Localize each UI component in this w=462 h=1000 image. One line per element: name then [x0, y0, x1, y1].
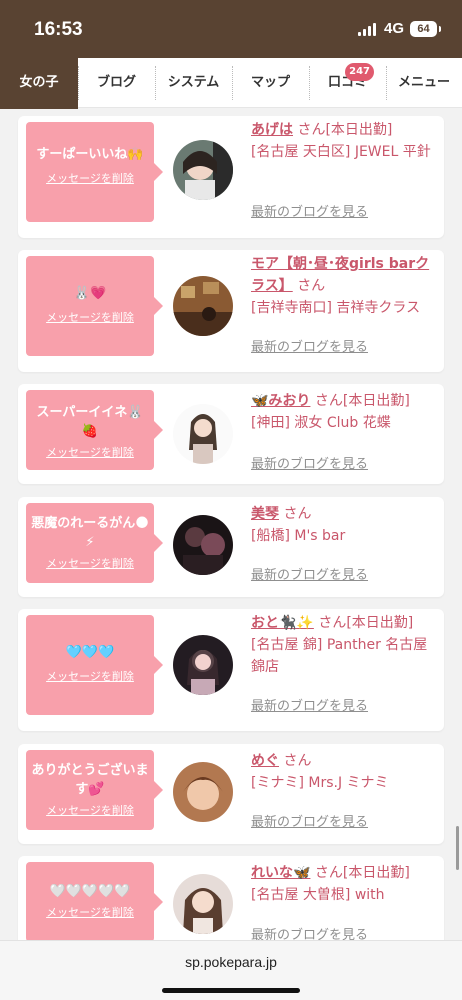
avatar[interactable]	[173, 276, 233, 336]
status-bar: 16:53 4G 64	[0, 0, 462, 58]
tab-label: システム	[167, 75, 220, 90]
browser-url-bar[interactable]: sp.pokepara.jp	[0, 940, 462, 1000]
honorific: さん	[297, 122, 326, 138]
avatar[interactable]	[173, 515, 233, 575]
shop-name: [吉祥寺南口] 吉祥寺クラス	[251, 300, 421, 316]
girl-info: 美琴 さん [船橋] M's bar 最新のブログを見る	[251, 503, 439, 583]
scrollbar[interactable]	[456, 826, 459, 870]
honorific: さん	[314, 393, 343, 409]
message-text: すーぱーいいね🙌	[36, 147, 144, 162]
avatar[interactable]	[173, 762, 233, 822]
network-label: 4G	[384, 20, 405, 37]
girl-info: モア【朝･昼･夜girls barクラス】 さん [吉祥寺南口] 吉祥寺クラス …	[251, 253, 439, 355]
tab-reviews[interactable]: 口コミ 247	[309, 58, 386, 108]
girl-info: めぐ さん [ミナミ] Mrs.J ミナミ 最新のブログを見る	[251, 750, 439, 830]
list-item: 悪魔のれーるがん🌑⚡ メッセージを削除 美琴 さん [船橋] M's bar 最…	[18, 497, 444, 597]
avatar[interactable]	[173, 874, 233, 934]
message-text: スーパーイイネ🐰🍓	[36, 405, 144, 439]
latest-blog-link[interactable]: 最新のブログを見る	[251, 696, 368, 718]
reviews-count-badge: 247	[345, 63, 374, 81]
delete-message-link[interactable]: メッセージを削除	[46, 668, 134, 684]
work-status: [本日出勤]	[342, 865, 410, 881]
work-status: [本日出勤]	[342, 393, 410, 409]
girl-name-link[interactable]: おと🐈‍⬛✨	[251, 615, 314, 631]
girl-name-link[interactable]: 🦋みおり	[251, 393, 310, 409]
message-text: ありがとうございます💕	[31, 763, 149, 797]
url-text[interactable]: sp.pokepara.jp	[0, 954, 462, 970]
tab-map[interactable]: マップ	[232, 58, 309, 108]
avatar[interactable]	[173, 404, 233, 464]
girl-name-link[interactable]: モア【朝･昼･夜girls barクラス】	[251, 256, 429, 294]
shop-name: [名古屋 錦] Panther 名古屋 錦店	[251, 637, 428, 675]
girl-info: れいな🦋 さん[本日出勤] [名古屋 大曽根] with 最新のブログを見る	[251, 862, 439, 943]
honorific: さん	[314, 865, 343, 881]
tab-label: メニュー	[397, 75, 450, 90]
message-bubble: すーぱーいいね🙌 メッセージを削除	[26, 122, 163, 222]
message-bubble: ありがとうございます💕 メッセージを削除	[26, 750, 163, 830]
message-bubble: 悪魔のれーるがん🌑⚡ メッセージを削除	[26, 503, 163, 583]
message-bubble: 🤍🤍🤍🤍🤍 メッセージを削除	[26, 862, 163, 942]
list-item: 🩵🩵🩵 メッセージを削除 おと🐈‍⬛✨ さん[本日出勤] [名古屋 錦] Pan…	[18, 609, 444, 731]
tab-label: マップ	[250, 75, 290, 90]
shop-name: [名古屋 天白区] JEWEL 平針	[251, 144, 431, 160]
delete-message-link[interactable]: メッセージを削除	[46, 802, 134, 818]
latest-blog-link[interactable]: 最新のブログを見る	[251, 812, 368, 834]
message-text: 🐰💗	[73, 286, 107, 301]
tab-girls[interactable]: 女の子	[0, 58, 78, 109]
delete-message-link[interactable]: メッセージを削除	[46, 555, 134, 571]
honorific: さん	[283, 506, 312, 522]
girl-name-link[interactable]: れいな🦋	[251, 865, 310, 881]
delete-message-link[interactable]: メッセージを削除	[46, 170, 134, 186]
avatar[interactable]	[173, 140, 233, 200]
girl-info: あげは さん[本日出勤] [名古屋 天白区] JEWEL 平針 最新のブログを見…	[251, 119, 439, 220]
shop-name: [神田] 淑女 Club 花蝶	[251, 415, 391, 431]
signal-icon	[358, 23, 376, 36]
list-item: スーパーイイネ🐰🍓 メッセージを削除 🦋みおり さん[本日出勤] [神田] 淑女…	[18, 384, 444, 484]
latest-blog-link[interactable]: 最新のブログを見る	[251, 454, 368, 476]
list-item: 🐰💗 メッセージを削除 モア【朝･昼･夜girls barクラス】 さん [吉祥…	[18, 250, 444, 372]
message-text: 🩵🩵🩵	[65, 645, 115, 660]
delete-message-link[interactable]: メッセージを削除	[46, 309, 134, 325]
battery-icon: 64	[410, 21, 441, 37]
home-indicator	[162, 988, 300, 993]
girl-name-link[interactable]: めぐ	[251, 753, 279, 769]
delete-message-link[interactable]: メッセージを削除	[46, 904, 134, 920]
shop-name: [船橋] M's bar	[251, 528, 346, 544]
message-text: 悪魔のれーるがん🌑⚡	[31, 516, 149, 550]
message-bubble: スーパーイイネ🐰🍓 メッセージを削除	[26, 390, 163, 470]
latest-blog-link[interactable]: 最新のブログを見る	[251, 565, 368, 587]
tab-blog[interactable]: ブログ	[78, 58, 155, 108]
top-nav: 女の子 ブログ システム マップ 口コミ 247 メニュー	[0, 58, 462, 109]
status-time: 16:53	[34, 19, 83, 40]
list-item: すーぱーいいね🙌 メッセージを削除 あげは さん[本日出勤] [名古屋 天白区]…	[18, 116, 444, 238]
tab-system[interactable]: システム	[155, 58, 232, 108]
work-status: [本日出勤]	[325, 122, 393, 138]
work-status: [本日出勤]	[346, 615, 414, 631]
tab-label: ブログ	[96, 75, 136, 90]
message-bubble: 🩵🩵🩵 メッセージを削除	[26, 615, 163, 715]
girl-info: 🦋みおり さん[本日出勤] [神田] 淑女 Club 花蝶 最新のブログを見る	[251, 390, 439, 472]
honorific: さん	[283, 753, 312, 769]
tab-menu[interactable]: メニュー	[386, 58, 462, 108]
message-text: 🤍🤍🤍🤍🤍	[49, 884, 131, 899]
tab-label: 女の子	[19, 75, 59, 90]
latest-blog-link[interactable]: 最新のブログを見る	[251, 337, 368, 359]
girl-info: おと🐈‍⬛✨ さん[本日出勤] [名古屋 錦] Panther 名古屋 錦店 最…	[251, 612, 439, 714]
honorific: さん	[318, 615, 347, 631]
shop-name: [ミナミ] Mrs.J ミナミ	[251, 775, 389, 791]
message-bubble: 🐰💗 メッセージを削除	[26, 256, 163, 356]
avatar[interactable]	[173, 635, 233, 695]
girl-name-link[interactable]: 美琴	[251, 506, 279, 522]
shop-name: [名古屋 大曽根] with	[251, 887, 385, 903]
girl-name-link[interactable]: あげは	[251, 122, 293, 138]
list-item: ありがとうございます💕 メッセージを削除 めぐ さん [ミナミ] Mrs.J ミ…	[18, 744, 444, 844]
latest-blog-link[interactable]: 最新のブログを見る	[251, 202, 368, 224]
honorific: さん	[297, 278, 326, 294]
delete-message-link[interactable]: メッセージを削除	[46, 444, 134, 460]
